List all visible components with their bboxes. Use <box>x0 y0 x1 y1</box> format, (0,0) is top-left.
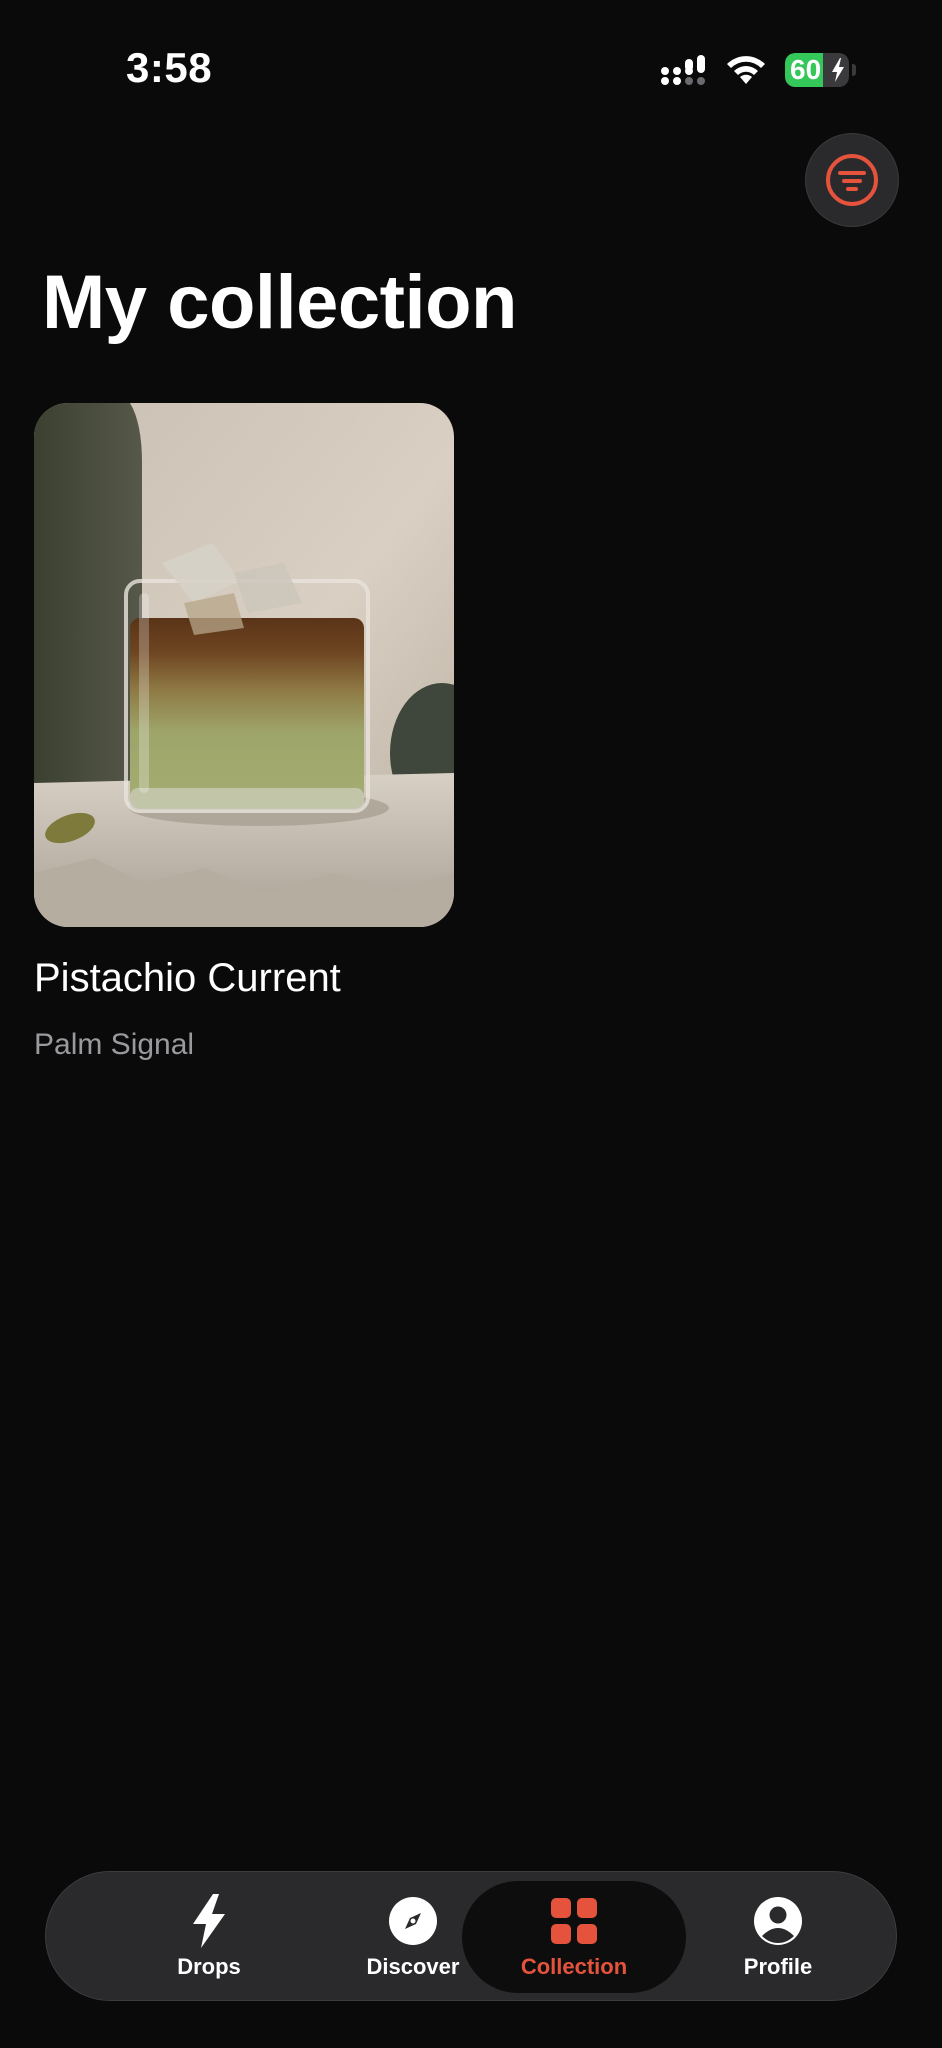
tab-bar: Drops Discover Collection Profile <box>45 1871 897 2001</box>
status-bar: 3:58 60 <box>0 0 942 140</box>
status-time: 3:58 <box>126 44 213 91</box>
profile-icon <box>751 1894 805 1948</box>
card-subtitle: Palm Signal <box>34 1028 195 1061</box>
tab-label-profile: Profile <box>743 1954 813 1979</box>
battery-cap <box>852 64 856 76</box>
tab-collection[interactable]: Collection <box>462 1881 686 1993</box>
compass-icon <box>386 1894 440 1948</box>
page-title: My collection <box>42 260 517 345</box>
grid-icon <box>547 1894 601 1948</box>
status-icons: 60 <box>661 50 856 90</box>
wifi-icon <box>727 56 765 84</box>
charging-bolt-icon <box>832 58 844 82</box>
cellular-signal-icon <box>661 55 705 85</box>
tab-drops[interactable]: Drops <box>97 1881 321 1993</box>
drink-photo <box>34 403 454 927</box>
filter-button[interactable] <box>805 133 899 227</box>
battery-indicator: 60 <box>785 53 849 87</box>
tab-label-collection: Collection <box>520 1954 628 1979</box>
bolt-icon <box>182 1894 236 1948</box>
tab-label-drops: Drops <box>177 1954 241 1979</box>
tab-profile[interactable]: Profile <box>666 1881 890 1993</box>
filter-icon <box>826 154 878 206</box>
collection-card[interactable]: Pistachio Current Palm Signal <box>34 403 454 1065</box>
tab-label-discover: Discover <box>366 1954 460 1979</box>
card-title: Pistachio Current <box>34 956 341 1000</box>
battery-level: 60 <box>790 54 822 85</box>
